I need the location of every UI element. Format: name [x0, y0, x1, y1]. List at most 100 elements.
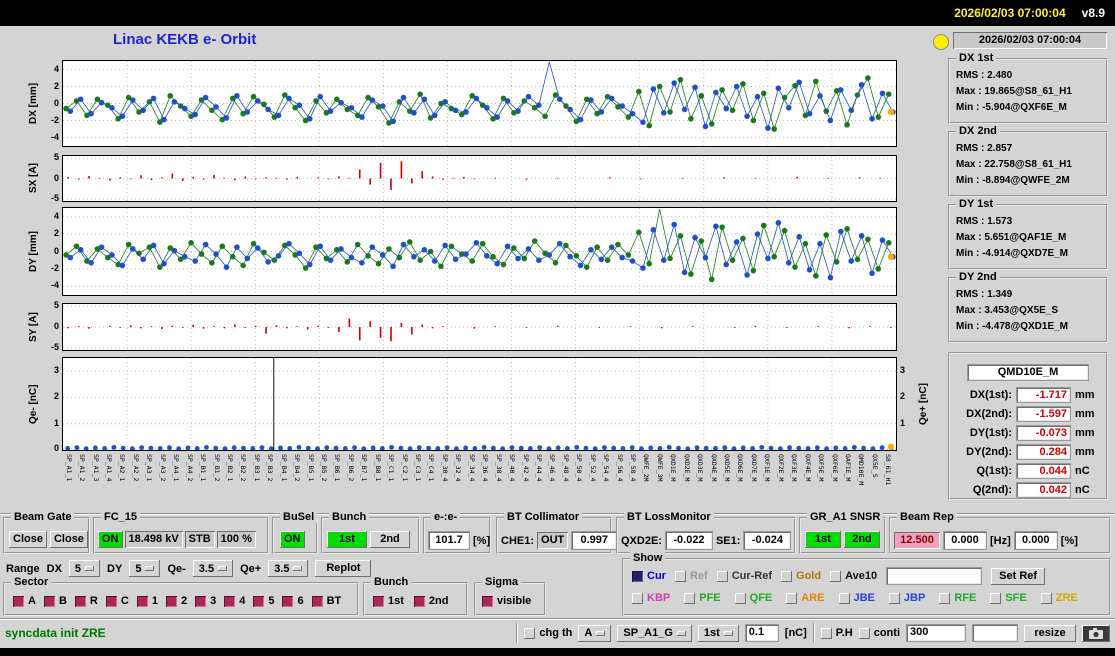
checkbox[interactable] [524, 627, 536, 639]
checkbox[interactable] [632, 570, 643, 582]
show-gold-toggle[interactable]: Gold [781, 570, 821, 582]
bunch-2nd-button[interactable]: 2nd [370, 531, 410, 548]
sector-4-toggle[interactable]: 4 [224, 595, 245, 607]
show-jbe-toggle[interactable]: JBE [838, 592, 875, 604]
checkbox[interactable] [13, 595, 24, 607]
bunch-1st-button[interactable]: 1st [327, 531, 367, 548]
bunch-1st-toggle[interactable]: 1st [373, 595, 404, 607]
sector-6-toggle[interactable]: 6 [282, 595, 304, 607]
checkbox[interactable] [632, 592, 643, 604]
show-are-toggle[interactable]: ARE [786, 592, 825, 604]
show-qfe-toggle[interactable]: QFE [734, 592, 772, 604]
sector-c-toggle[interactable]: C [105, 595, 129, 607]
resize-button[interactable]: resize [1024, 624, 1076, 642]
charge-plot[interactable]: 3 2 1 0 3 2 1 Qe- [nC] Qe+ [nC] [28, 357, 929, 453]
interval-input[interactable]: 300 [906, 624, 966, 642]
stat-group-dy-2nd: DY 2nd RMS : 1.349 Max : 3.453@QX5E_S Mi… [948, 271, 1108, 343]
checkbox[interactable] [1040, 592, 1052, 604]
show-zre-toggle[interactable]: ZRE [1040, 592, 1078, 604]
replot-button[interactable]: Replot [315, 560, 372, 577]
range-dy-select[interactable]: 5 [129, 560, 161, 577]
ref-name-input[interactable] [886, 567, 983, 585]
checkbox[interactable] [888, 592, 900, 604]
show-cur-toggle[interactable]: Cur [632, 570, 666, 582]
sector-r-toggle[interactable]: R [74, 595, 98, 607]
set-ref-button[interactable]: Set Ref [991, 567, 1046, 585]
beam-rep-set-readout: 12.500 [894, 532, 940, 549]
checkbox[interactable] [136, 595, 148, 607]
threshold-input[interactable]: 0.1 [744, 624, 779, 642]
screenshot-button[interactable] [1082, 624, 1110, 642]
sector-a-toggle[interactable]: A [13, 595, 36, 607]
checkbox[interactable] [43, 595, 55, 607]
show-cur-ref-toggle[interactable]: Cur-Ref [716, 570, 772, 582]
sector-3-toggle[interactable]: 3 [195, 595, 216, 607]
sector-5-toggle[interactable]: 5 [253, 595, 274, 607]
checkbox[interactable] [74, 595, 86, 607]
fc15-kv-readout: 18.498 kV [124, 531, 183, 548]
show-ref-toggle[interactable]: Ref [674, 570, 708, 582]
monitor-select[interactable]: SP_A1_G [617, 624, 692, 642]
checkbox[interactable] [838, 592, 850, 604]
checkbox[interactable] [105, 595, 117, 607]
sector-2-toggle[interactable]: 2 [165, 595, 187, 607]
checkbox[interactable] [990, 592, 1002, 604]
checkbox[interactable] [684, 592, 696, 604]
sector-b-toggle[interactable]: B [43, 595, 67, 607]
range-qem-select[interactable]: 3.5 [192, 560, 234, 577]
show-ave10-toggle[interactable]: Ave10 [830, 570, 877, 582]
show-sfe-toggle[interactable]: SFE [990, 592, 1027, 604]
dropdown-mark-icon [723, 630, 733, 636]
range-dx-select[interactable]: 5 [68, 560, 101, 577]
sector-bt-toggle[interactable]: BT [311, 595, 341, 607]
beam-gate-close-2-button[interactable]: Close [49, 531, 88, 548]
busel-on-button[interactable]: ON [280, 531, 305, 548]
conti-toggle[interactable]: conti [858, 627, 900, 639]
beam-gate-close-1-button[interactable]: Close [9, 531, 47, 548]
checkbox[interactable] [858, 627, 870, 639]
show-kbp-toggle[interactable]: KBP [632, 592, 670, 604]
checkbox[interactable] [939, 592, 951, 604]
dy-orbit-plot[interactable]: 4 2 0 -2 -4 DY [mm] [28, 207, 897, 296]
snsr-1st-button[interactable]: 1st [805, 531, 841, 548]
checkbox[interactable] [282, 595, 294, 607]
checkbox[interactable] [373, 595, 384, 607]
show-jbp-toggle[interactable]: JBP [888, 592, 925, 604]
checkbox[interactable] [482, 595, 493, 607]
checkbox[interactable] [224, 595, 236, 607]
bottom-border-bar [0, 648, 1115, 656]
sector-1-toggle[interactable]: 1 [136, 595, 158, 607]
fc15-on-button[interactable]: ON [98, 531, 123, 548]
range-label: Range [6, 562, 40, 575]
checkbox[interactable] [830, 570, 842, 582]
sy-steering-plot[interactable]: 5 0 -5 SY [A] [28, 300, 897, 352]
ph-toggle[interactable]: P.H [820, 627, 853, 639]
checkbox[interactable] [734, 592, 746, 604]
chg-th-toggle[interactable]: chg th [524, 627, 572, 639]
checkbox[interactable] [781, 570, 793, 582]
snsr-2nd-button[interactable]: 2nd [844, 531, 880, 548]
bunch-select[interactable]: 1st [697, 624, 739, 642]
checkbox[interactable] [311, 595, 323, 607]
checkbox[interactable] [820, 627, 832, 639]
range-qep-select[interactable]: 3.5 [268, 560, 309, 577]
titlebar-version: v8.9 [1081, 6, 1105, 20]
checkbox[interactable] [716, 570, 728, 582]
sx-steering-plot[interactable]: 5 0 -5 SX [A] [28, 152, 897, 203]
checkbox[interactable] [195, 595, 207, 607]
show-rfe-toggle[interactable]: RFE [939, 592, 976, 604]
aux-input[interactable] [972, 624, 1018, 642]
titlebar-datetime: 2026/02/03 07:00:04 [954, 6, 1066, 20]
checkbox[interactable] [786, 592, 798, 604]
checkbox[interactable] [253, 595, 265, 607]
show-pfe-toggle[interactable]: PFE [684, 592, 721, 604]
sigma-visible-toggle[interactable]: visible [482, 595, 531, 607]
checkbox[interactable] [413, 595, 425, 607]
monitor-row: Q(2nd): 0.042 nC [972, 481, 1090, 498]
checkbox[interactable] [165, 595, 177, 607]
checkbox[interactable] [674, 570, 686, 582]
mode-select[interactable]: A [578, 624, 612, 642]
bunch-2nd-toggle[interactable]: 2nd [413, 595, 448, 607]
stats-timestamp: 2026/02/03 07:00:04 [953, 32, 1107, 49]
dx-orbit-plot[interactable]: 4 2 0 -2 -4 DX [mm] [28, 60, 897, 147]
